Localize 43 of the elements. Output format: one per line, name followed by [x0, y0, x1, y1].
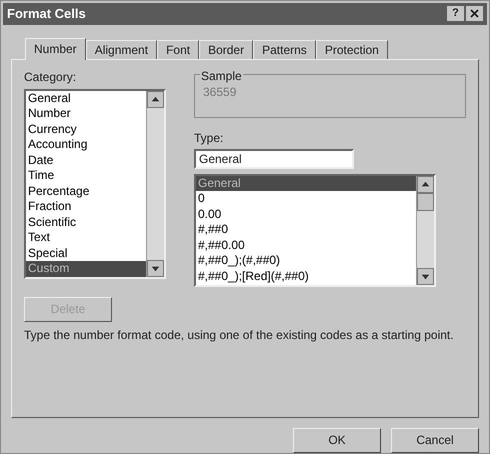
type-field[interactable]: General: [194, 148, 354, 169]
window-title: Format Cells: [7, 5, 86, 24]
list-item[interactable]: Scientific: [26, 214, 146, 230]
list-item[interactable]: Fraction: [26, 199, 146, 215]
list-item[interactable]: #,##0: [196, 222, 416, 238]
close-button[interactable]: [466, 6, 483, 22]
list-item[interactable]: Time: [26, 168, 146, 184]
sample-value: 36559: [203, 84, 236, 99]
scroll-down-icon[interactable]: [147, 260, 164, 277]
scroll-up-icon[interactable]: [147, 90, 164, 108]
dialog-button[interactable]: OK: [293, 428, 381, 453]
list-item[interactable]: #,##0_);[Red](#,##0): [196, 268, 416, 284]
list-item[interactable]: Currency: [26, 122, 146, 138]
type-label: Type:: [194, 130, 224, 147]
dialog-button[interactable]: Cancel: [391, 428, 479, 453]
list-item[interactable]: #,##0_);(#,##0): [196, 253, 416, 269]
list-item[interactable]: Text: [26, 230, 146, 246]
tab[interactable]: Font: [157, 40, 200, 59]
help-button[interactable]: ?: [447, 6, 464, 22]
list-item[interactable]: Percentage: [26, 184, 146, 200]
tab[interactable]: Patterns: [253, 40, 316, 59]
tab[interactable]: Border: [199, 40, 254, 59]
close-icon: [470, 9, 479, 18]
scrollbar[interactable]: [146, 90, 164, 277]
list-item[interactable]: General: [196, 176, 416, 192]
tab[interactable]: Number: [25, 38, 86, 60]
list-item[interactable]: Custom: [26, 261, 146, 277]
list-item[interactable]: Special: [26, 246, 146, 262]
tab[interactable]: Protection: [316, 40, 388, 59]
tab[interactable]: Alignment: [86, 40, 158, 59]
list-item[interactable]: General: [26, 90, 146, 106]
list-item[interactable]: Accounting: [26, 137, 146, 153]
scroll-thumb[interactable]: [417, 192, 434, 211]
category-label: Category:: [24, 68, 78, 86]
list-item[interactable]: 0.00: [196, 206, 416, 222]
scrollbar[interactable]: [416, 176, 434, 285]
list-item[interactable]: Date: [26, 152, 146, 168]
scroll-up-icon[interactable]: [417, 176, 434, 193]
list-item[interactable]: 0: [196, 191, 416, 207]
scroll-down-icon[interactable]: [417, 268, 434, 285]
list-item[interactable]: #,##0.00: [196, 238, 416, 254]
description-text: Type the number format code, using one of the existing codes as a starting point.: [24, 328, 455, 343]
list-item[interactable]: Number: [26, 106, 146, 122]
